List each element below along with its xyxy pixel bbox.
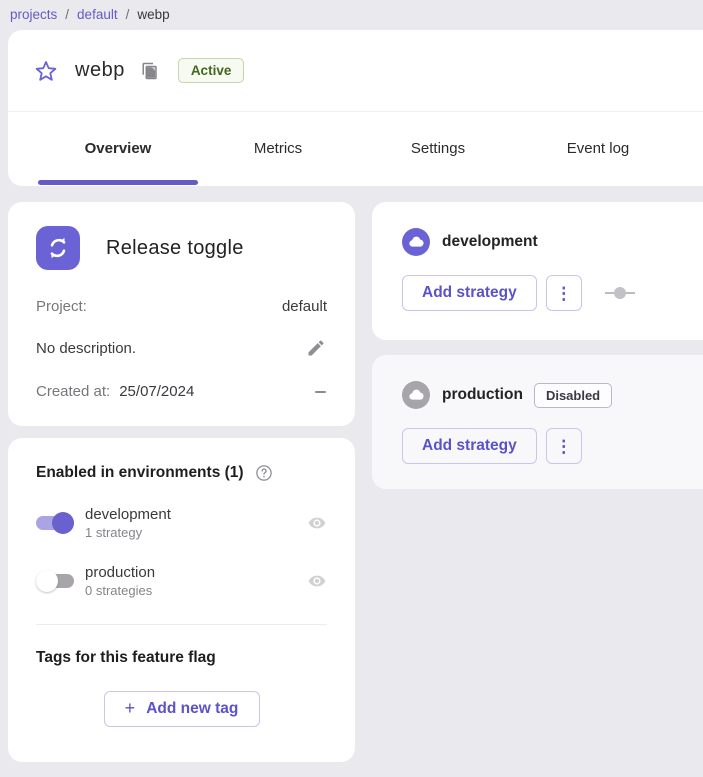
active-tab-underline: [38, 180, 198, 185]
environment-row-development: development 1 strategy: [36, 506, 327, 540]
environment-card-production: production Disabled Add strategy ⋮: [372, 355, 703, 489]
environment-name: development: [85, 506, 171, 523]
add-new-tag-button[interactable]: + Add new tag: [104, 691, 260, 727]
breadcrumb-separator: /: [65, 7, 69, 22]
tab-overview[interactable]: Overview: [38, 112, 198, 185]
strategy-node-icon: [605, 287, 635, 299]
breadcrumb: projects / default / webp: [0, 0, 703, 28]
pencil-icon[interactable]: [305, 337, 327, 359]
sync-icon: [36, 226, 80, 270]
tab-metrics-label: Metrics: [254, 140, 302, 157]
strategy-count: 0 strategies: [85, 583, 155, 598]
breadcrumb-current: webp: [137, 7, 169, 22]
breadcrumb-projects[interactable]: projects: [10, 7, 57, 22]
eye-icon[interactable]: [307, 571, 327, 591]
created-at-label: Created at:: [36, 383, 110, 400]
created-at-row: Created at: 25/07/2024: [36, 383, 327, 400]
feature-type-label: Release toggle: [106, 237, 244, 260]
add-strategy-button[interactable]: Add strategy: [402, 275, 537, 311]
cloud-icon: [402, 381, 430, 409]
breadcrumb-default[interactable]: default: [77, 7, 118, 22]
add-new-tag-label: Add new tag: [146, 700, 238, 718]
tab-event-log[interactable]: Event log: [518, 112, 678, 185]
feature-type-row: Release toggle: [36, 226, 327, 270]
created-at-value: 25/07/2024: [119, 383, 194, 400]
tab-settings-label: Settings: [411, 140, 465, 157]
tab-settings[interactable]: Settings: [358, 112, 518, 185]
copy-icon[interactable]: [140, 61, 160, 81]
eye-icon[interactable]: [307, 513, 327, 533]
project-label: Project:: [36, 298, 87, 315]
tab-event-log-label: Event log: [567, 140, 630, 157]
production-toggle[interactable]: [36, 569, 74, 593]
title-row: webp Active: [8, 30, 703, 112]
add-strategy-button[interactable]: Add strategy: [402, 428, 537, 464]
feature-flag-page: projects / default / webp webp Active: [0, 0, 703, 777]
development-toggle[interactable]: [36, 511, 74, 535]
environment-row-production: production 0 strategies: [36, 564, 327, 598]
feature-header-card: webp Active Overview Metrics Settings: [8, 30, 703, 186]
question-circle-icon[interactable]: [255, 464, 273, 482]
tab-overview-label: Overview: [85, 140, 152, 157]
kebab-menu-icon[interactable]: ⋮: [546, 428, 582, 464]
tags-section: Tags for this feature flag + Add new tag: [8, 625, 355, 751]
environment-card-development: development Add strategy ⋮: [372, 202, 703, 340]
description-row: No description.: [36, 337, 327, 359]
page-title: webp: [75, 59, 125, 82]
environment-card-name: production: [442, 386, 523, 404]
cloud-icon: [402, 228, 430, 256]
disabled-badge: Disabled: [534, 383, 612, 408]
tags-heading: Tags for this feature flag: [36, 649, 327, 667]
environments-heading: Enabled in environments (1): [36, 464, 244, 482]
environment-card-name: development: [442, 233, 538, 251]
environments-section: Enabled in environments (1) development …: [8, 438, 355, 625]
project-value: default: [282, 298, 327, 315]
strategy-count: 1 strategy: [85, 525, 171, 540]
favorite-star-icon[interactable]: [34, 59, 58, 83]
environment-name: production: [85, 564, 155, 581]
description-text: No description.: [36, 340, 136, 357]
feature-meta-card: Release toggle Project: default No descr…: [8, 202, 355, 426]
status-badge: Active: [178, 58, 245, 83]
environments-tags-card: Enabled in environments (1) development …: [8, 438, 355, 762]
kebab-menu-icon[interactable]: ⋮: [546, 275, 582, 311]
breadcrumb-separator: /: [126, 7, 130, 22]
project-row: Project: default: [36, 298, 327, 315]
plus-icon: +: [125, 698, 136, 719]
minus-icon[interactable]: [313, 384, 327, 400]
tab-bar: Overview Metrics Settings Event log: [8, 112, 703, 185]
tab-metrics[interactable]: Metrics: [198, 112, 358, 185]
